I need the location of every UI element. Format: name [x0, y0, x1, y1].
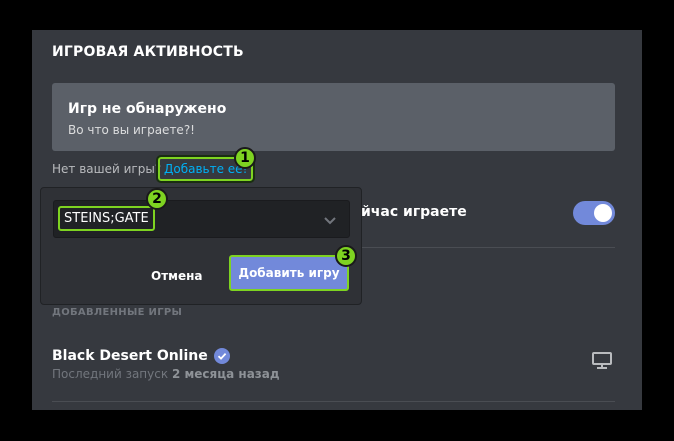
missing-game-text: Нет вашей игры? [52, 162, 162, 176]
now-playing-toggle[interactable] [573, 201, 615, 225]
last-played-value: 2 месяца назад [171, 367, 280, 381]
game-select-value: STEINS;GATE [58, 206, 155, 231]
no-game-subtitle: Во что вы играете?! [68, 123, 195, 137]
section-title: ИГРОВАЯ АКТИВНОСТЬ [52, 44, 244, 60]
game-select[interactable]: STEINS;GATE [53, 200, 350, 238]
divider [52, 401, 615, 402]
toggle-knob [594, 204, 612, 222]
step-badge-1: 1 [234, 147, 256, 169]
added-games-heading: ДОБАВЛЕННЫЕ ИГРЫ [52, 307, 183, 318]
add-game-button[interactable]: Добавить игру [229, 255, 349, 291]
game-activity-panel: ИГРОВАЯ АКТИВНОСТЬ Игр не обнаружено Во … [32, 30, 642, 410]
no-game-title: Игр не обнаружено [68, 101, 227, 117]
game-last-played: Последний запуск 2 месяца назад [52, 367, 280, 381]
cancel-button[interactable]: Отмена [151, 269, 203, 283]
last-played-prefix: Последний запуск [52, 367, 169, 381]
no-game-box: Игр не обнаружено Во что вы играете?! [52, 83, 615, 151]
game-item-name-row: Black Desert Online [52, 348, 230, 364]
step-badge-3: 3 [335, 245, 357, 267]
chevron-down-icon[interactable] [323, 212, 337, 231]
verified-icon [213, 348, 230, 364]
add-game-popup: STEINS;GATE 2 Отмена Добавить игру 3 [40, 187, 362, 305]
game-name: Black Desert Online [52, 348, 208, 364]
now-playing-label: йчас играете [361, 204, 467, 220]
monitor-icon[interactable] [592, 352, 612, 374]
step-badge-2: 2 [146, 188, 168, 210]
